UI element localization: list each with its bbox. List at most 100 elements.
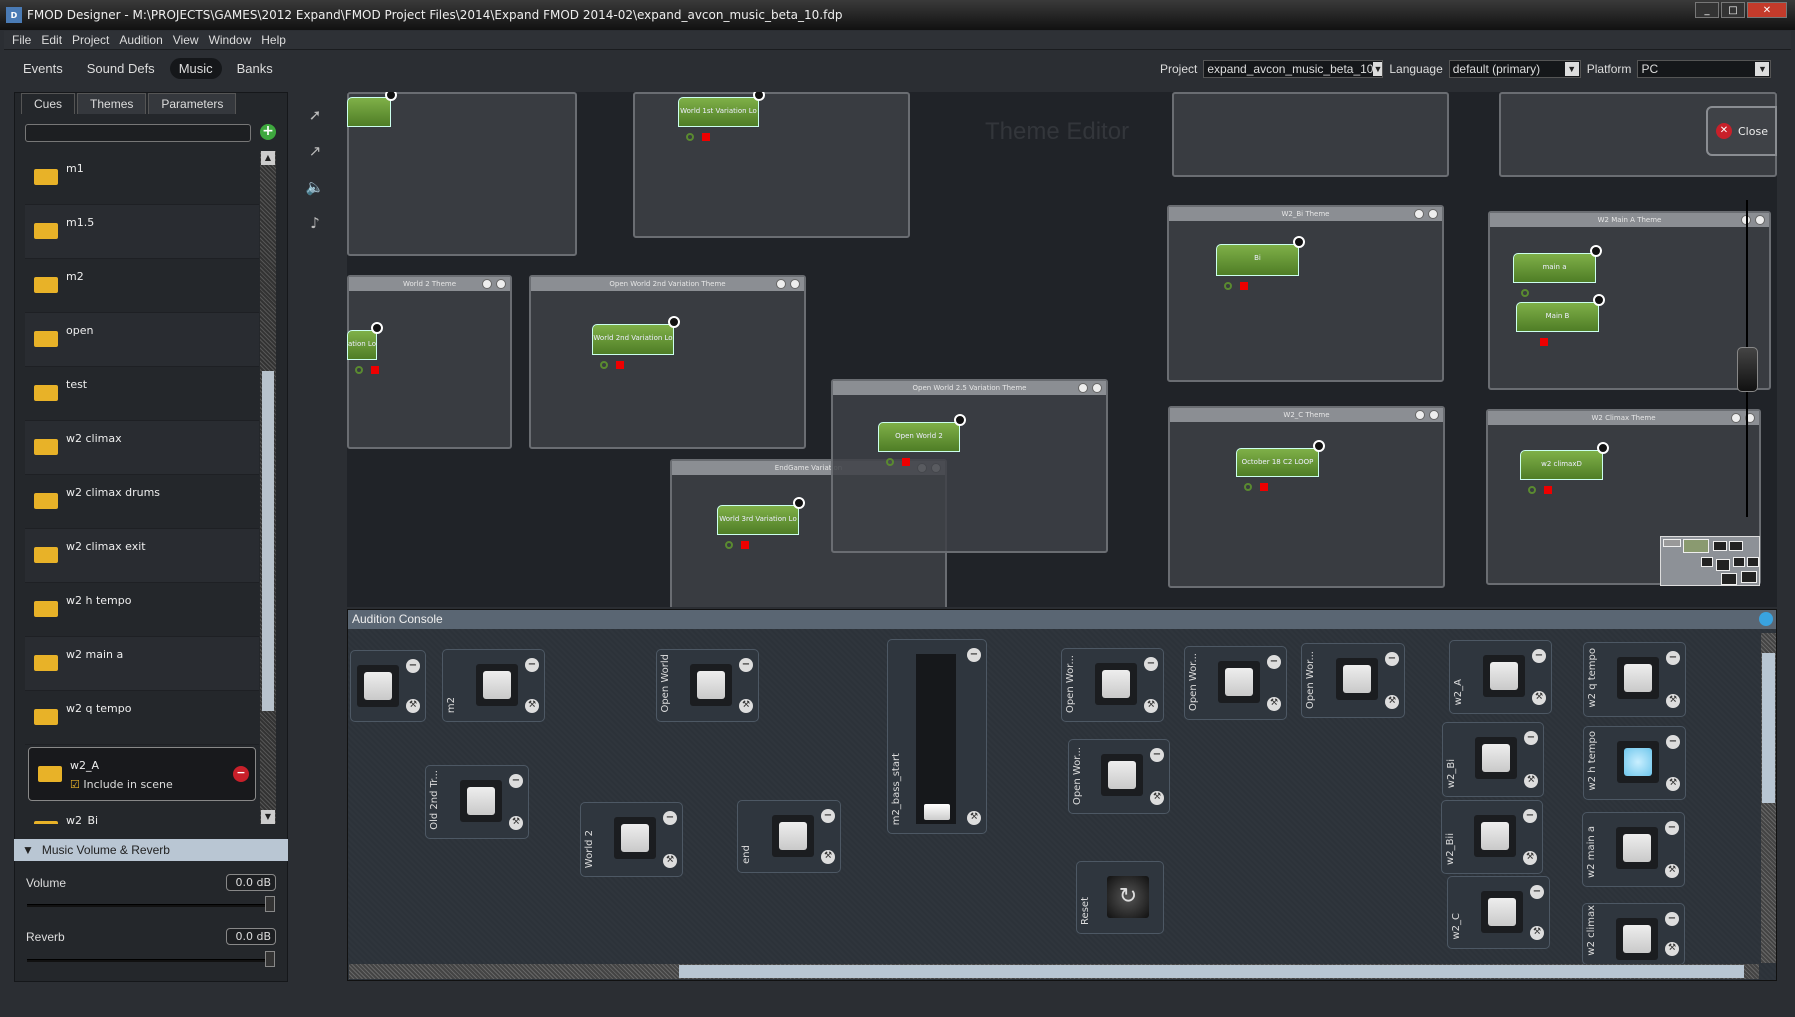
menu-edit[interactable]: Edit [41,33,62,47]
wrench-icon[interactable]: ⚒ [406,699,420,713]
cue-trigger-button[interactable] [1616,827,1658,869]
canvas-minimap[interactable] [1660,536,1760,586]
tab-themes[interactable]: Themes [77,93,147,114]
cue-trigger-button[interactable] [690,664,732,706]
remove-cue-button[interactable]: − [233,766,249,782]
scroll-thumb[interactable] [679,965,1744,978]
slider-handle[interactable] [924,804,950,820]
theme-settings-icon[interactable] [1414,209,1424,219]
reverb-slider[interactable] [27,959,275,962]
reverb-slider-handle[interactable] [265,951,275,967]
cue-trigger-button[interactable] [1336,658,1378,700]
stop-icon[interactable] [1260,483,1268,491]
wrench-icon[interactable]: ⚒ [1532,691,1546,705]
loop-icon[interactable] [371,322,383,334]
pointer-tool-icon[interactable]: ➚ [300,100,330,130]
cue-list-scrollbar[interactable]: ▲ ▼ [260,151,276,824]
cue-node[interactable]: World 3rd Variation Lo [717,505,799,535]
theme-box[interactable] [1172,92,1449,177]
music-note-icon[interactable]: ♪ [300,208,330,238]
menu-audition[interactable]: Audition [119,33,162,47]
wrench-icon[interactable]: ⚒ [821,850,835,864]
theme-box[interactable] [633,92,910,238]
theme-box[interactable]: W2_C Theme [1168,406,1445,588]
theme-box[interactable]: Open World 2.5 Variation Theme [831,379,1108,553]
wrench-icon[interactable]: ⚒ [1385,695,1399,709]
start-icon[interactable] [686,133,694,141]
wrench-icon[interactable]: ⚒ [739,699,753,713]
wrench-icon[interactable]: ⚒ [509,816,523,830]
console-horizontal-scrollbar[interactable] [349,964,1759,979]
cue-node[interactable]: ation Lo [347,330,377,360]
remove-icon[interactable]: − [509,774,523,788]
cue-list-item[interactable]: w2_Bi [25,803,259,824]
remove-icon[interactable]: − [1523,809,1537,823]
cue-trigger-button[interactable] [1481,891,1523,933]
zoom-slider-handle[interactable] [1737,347,1758,392]
start-icon[interactable] [725,541,733,549]
cue-trigger-button[interactable] [1617,657,1659,699]
theme-box[interactable]: W2_Bi Theme [1167,205,1444,382]
remove-icon[interactable]: − [525,658,539,672]
speaker-icon[interactable]: 🔈 [300,172,330,202]
theme-box[interactable]: Open World 2nd Variation Theme [529,275,806,449]
tab-music[interactable]: Music [169,58,222,79]
wrench-icon[interactable]: ⚒ [1666,777,1680,791]
console-vertical-scrollbar[interactable] [1761,633,1776,963]
remove-icon[interactable]: − [406,659,420,673]
cue-trigger-button[interactable] [1475,737,1517,779]
theme-edit-icon[interactable] [1429,410,1439,420]
cue-list-item[interactable]: open [25,313,259,367]
remove-icon[interactable]: − [739,658,753,672]
remove-icon[interactable]: − [1524,731,1538,745]
cue-trigger-button[interactable] [1474,815,1516,857]
remove-icon[interactable]: − [1150,748,1164,762]
remove-icon[interactable]: − [663,811,677,825]
remove-icon[interactable]: − [1665,912,1679,926]
stop-icon[interactable] [741,541,749,549]
theme-settings-icon[interactable] [1415,410,1425,420]
remove-icon[interactable]: − [1666,735,1680,749]
loop-icon[interactable] [668,316,680,328]
cue-list-item[interactable]: w2_A ☑ Include in scene − [28,747,256,801]
loop-icon[interactable] [793,497,805,509]
cue-trigger-button[interactable] [772,815,814,857]
cue-list-item[interactable]: m2 [25,259,259,313]
cue-list-item[interactable]: w2 climax [25,421,259,475]
cue-trigger-button[interactable] [1218,661,1260,703]
wrench-icon[interactable]: ⚒ [1150,791,1164,805]
cue-node[interactable]: main a [1513,253,1596,283]
cue-list-item[interactable]: test [25,367,259,421]
scroll-thumb[interactable] [262,371,274,711]
cue-trigger-button[interactable] [1616,918,1658,960]
tab-cues[interactable]: Cues [21,93,76,114]
theme-box[interactable]: W2 Main A Theme [1488,211,1771,390]
scroll-thumb[interactable] [1762,653,1775,803]
volume-value[interactable]: 0.0 dB [226,874,276,891]
theme-edit-icon[interactable] [790,279,800,289]
cue-trigger-button[interactable] [1095,663,1137,705]
theme-edit-icon[interactable] [1428,209,1438,219]
collapse-icon[interactable] [1759,612,1773,626]
start-icon[interactable] [1521,289,1529,297]
stop-icon[interactable] [371,366,379,374]
wrench-icon[interactable]: ⚒ [1530,926,1544,940]
cue-trigger-button[interactable] [476,664,518,706]
minimize-button[interactable]: _ [1695,2,1719,18]
menu-project[interactable]: Project [72,33,109,47]
stop-icon[interactable] [702,133,710,141]
connect-tool-icon[interactable]: ↗ [300,136,330,166]
cue-node[interactable]: World 1st Variation Lo [678,97,759,127]
cue-node[interactable]: w2 climaxD [1520,450,1603,480]
add-cue-button[interactable]: + [260,124,276,140]
menu-file[interactable]: File [12,33,31,47]
theme-edit-icon[interactable] [496,279,506,289]
remove-icon[interactable]: − [1144,657,1158,671]
loop-icon[interactable] [1313,440,1325,452]
volume-slider[interactable] [27,904,275,907]
cue-trigger-button[interactable] [1101,754,1143,796]
include-in-scene-checkbox[interactable]: ☑ Include in scene [70,778,173,791]
wrench-icon[interactable]: ⚒ [1665,864,1679,878]
scroll-down-icon[interactable]: ▼ [261,810,275,824]
wrench-icon[interactable]: ⚒ [525,699,539,713]
